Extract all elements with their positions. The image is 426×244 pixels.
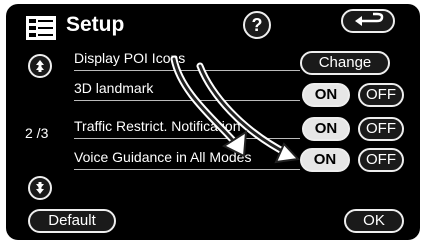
- instruction-arrows: [170, 55, 301, 164]
- setup-screen: Setup ? 2 /3 Display POI Icons Change 3D…: [6, 4, 420, 240]
